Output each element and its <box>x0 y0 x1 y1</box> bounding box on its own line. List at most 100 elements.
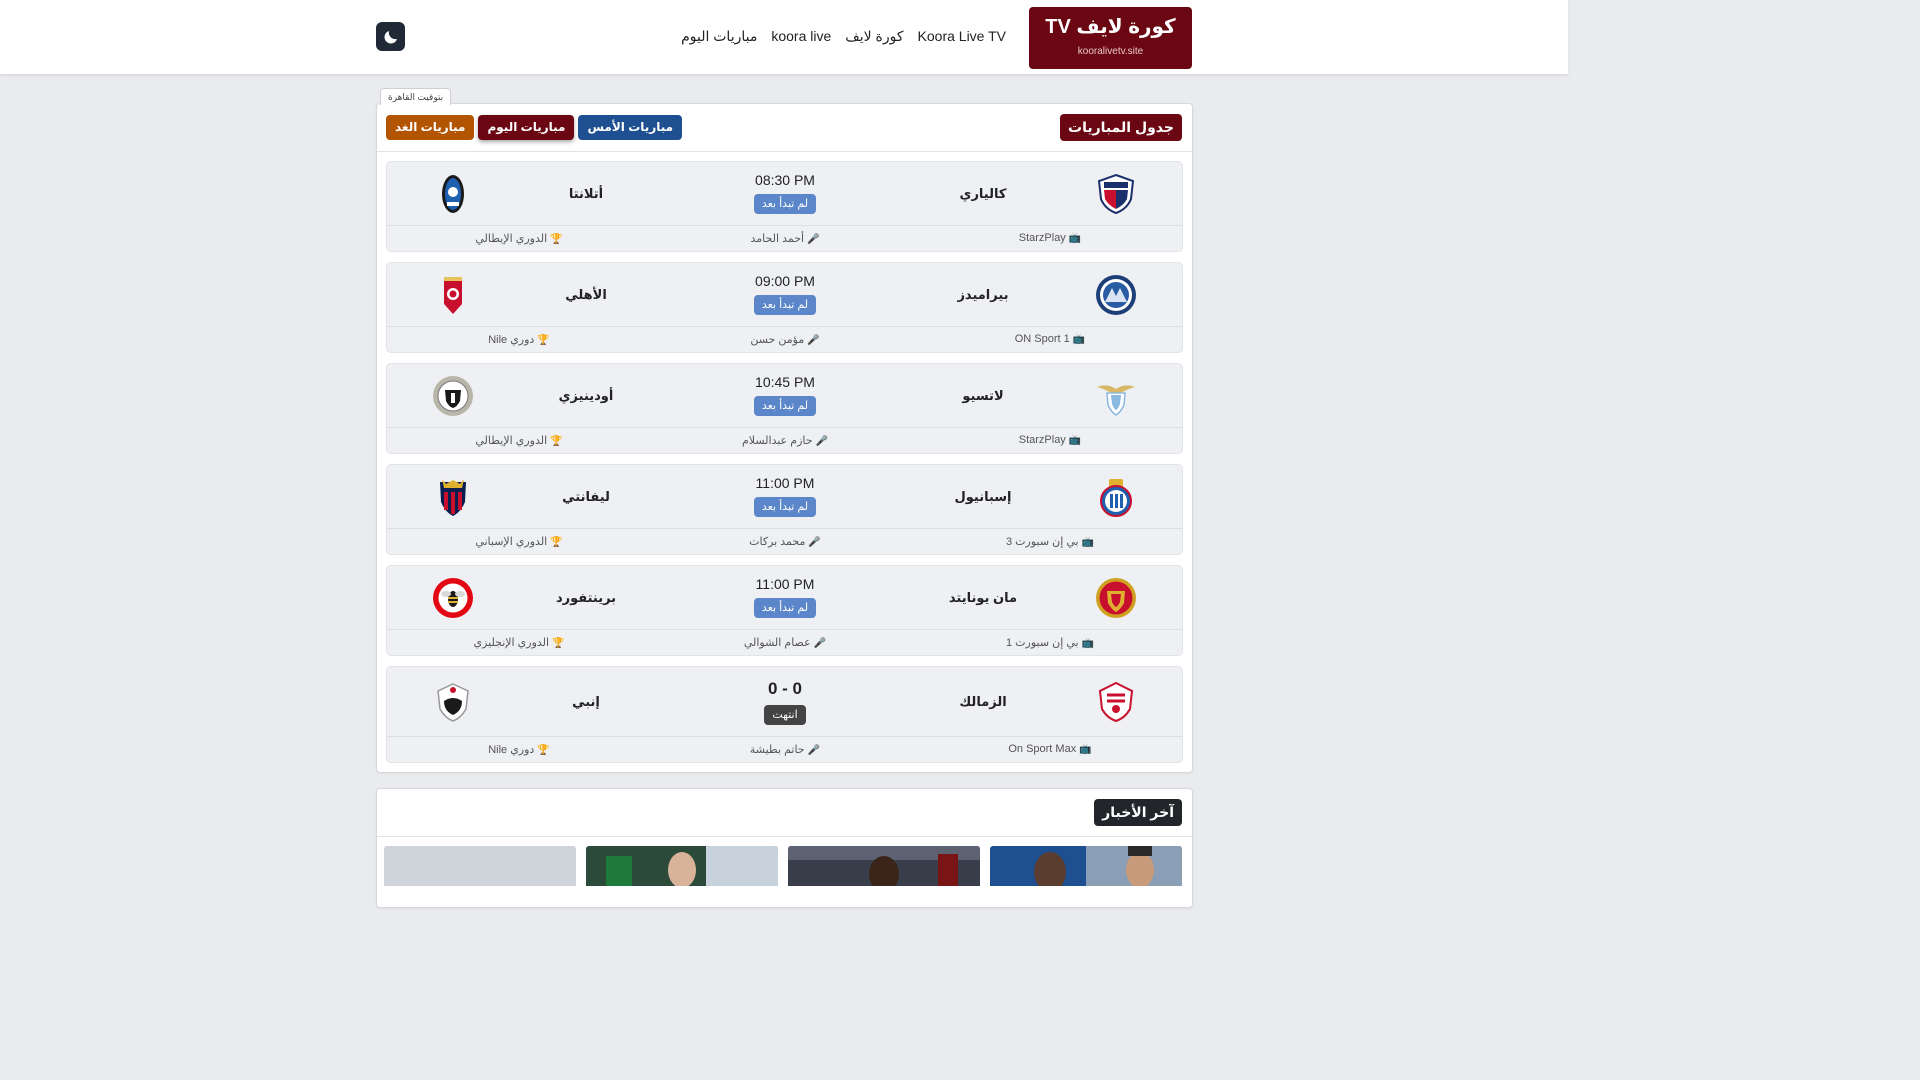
brentford-logo <box>433 578 473 618</box>
microphone-icon: 🎤 <box>807 335 820 346</box>
match-row[interactable]: مان يونايتد 11:00 PM لم تبدأ بعد برينتفو… <box>386 565 1183 656</box>
nav-link-koora-live-tv[interactable]: Koora Live TV <box>918 28 1006 45</box>
news-title: آخر الأخبار <box>1094 799 1182 826</box>
news-image <box>586 846 778 886</box>
trophy-icon: 🏆 <box>537 745 550 756</box>
match-center: 10:45 PM لم تبدأ بعد <box>725 374 845 416</box>
tv-icon: 📺 <box>1072 334 1086 345</box>
match-league: 🏆الدوري الإيطالي <box>475 233 563 245</box>
matches-card-header: جدول المباريات مباريات الغد مباريات اليو… <box>377 104 1192 152</box>
news-thumbnail[interactable] <box>384 846 576 886</box>
news-card: آخر الأخبار <box>376 788 1193 908</box>
away-team: ليفانتي <box>562 489 610 504</box>
day-tabs: مباريات الغد مباريات اليوم مباريات الأمس <box>386 115 683 140</box>
logo-domain: kooralivetv.site <box>1077 46 1144 57</box>
match-row[interactable]: كالياري 08:30 PM لم تبدأ بعد أتلانتا 📺St… <box>386 161 1183 252</box>
tv-icon: 📺 <box>1068 233 1082 244</box>
match-commentator: 🎤محمد بركات <box>749 536 821 548</box>
microphone-icon: 🎤 <box>807 745 821 756</box>
lazio-logo <box>1097 385 1135 416</box>
kickoff-time: 11:00 PM <box>755 475 815 491</box>
enppi-logo <box>437 683 469 722</box>
site-header: كورة لايف TV kooralivetv.site Koora Live… <box>0 0 1568 75</box>
kickoff-time: 09:00 PM <box>755 273 815 289</box>
logo-title: كورة لايف TV <box>1045 16 1176 38</box>
trophy-icon: 🏆 <box>552 638 565 649</box>
match-row[interactable]: بيراميدز 09:00 PM لم تبدأ بعد الأهلي 📺ON… <box>386 262 1183 353</box>
match-score: 0 - 0 <box>767 679 803 698</box>
news-header: آخر الأخبار <box>377 789 1192 837</box>
match-center: 11:00 PM لم تبدأ بعد <box>725 475 845 517</box>
match-commentator: 🎤عصام الشوالي <box>743 637 827 649</box>
tab-today[interactable]: مباريات اليوم <box>478 115 575 140</box>
udinese-logo <box>433 376 473 416</box>
match-league: 🏆الدوري الإنجليزي <box>473 637 565 649</box>
match-channel: 📺StarzPlay <box>1018 232 1082 244</box>
home-team: بيراميدز <box>957 287 1009 302</box>
tab-tomorrow[interactable]: مباريات الغد <box>386 115 475 140</box>
matches-title: جدول المباريات <box>1060 114 1182 141</box>
news-thumbnail[interactable] <box>586 846 778 886</box>
tv-icon: 📺 <box>1068 435 1082 446</box>
match-channel: 📺ON Sport 1 <box>1014 333 1086 345</box>
match-channel: 📺بي إن سبورت 1 <box>1006 637 1094 649</box>
site-logo[interactable]: كورة لايف TV kooralivetv.site <box>1029 7 1192 69</box>
trophy-icon: 🏆 <box>550 234 563 245</box>
timezone-tab[interactable]: بتوقيت القاهرة <box>380 88 452 105</box>
trophy-icon: 🏆 <box>550 537 563 548</box>
status-badge: لم تبدأ بعد <box>753 396 817 416</box>
match-channel: 📺StarzPlay <box>1018 434 1082 446</box>
trophy-icon: 🏆 <box>550 436 563 447</box>
microphone-icon: 🎤 <box>815 436 829 447</box>
news-thumbnail[interactable] <box>990 846 1182 886</box>
match-center: 09:00 PM لم تبدأ بعد <box>725 273 845 315</box>
match-row[interactable]: إسبانيول 11:00 PM لم تبدأ بعد ليفانتي 📺ب… <box>386 464 1183 555</box>
news-thumbnail[interactable] <box>788 846 980 886</box>
al-ahly-logo <box>444 277 462 314</box>
away-team: أتلانتا <box>568 186 604 201</box>
status-badge: لم تبدأ بعد <box>753 295 817 315</box>
away-team: الأهلي <box>565 287 607 302</box>
match-row[interactable]: لاتسيو 10:45 PM لم تبدأ بعد أودينيزي 📺St… <box>386 363 1183 454</box>
news-image <box>990 846 1182 886</box>
match-center: 0 - 0 انتهت <box>725 679 845 725</box>
levante-logo <box>440 479 466 516</box>
home-team: لاتسيو <box>962 388 1004 403</box>
man-united-logo <box>1096 578 1136 618</box>
kickoff-time: 10:45 PM <box>755 374 815 390</box>
nav-link-today-matches[interactable]: مباريات اليوم <box>681 28 757 45</box>
match-league: 🏆دوري Nile <box>488 334 550 346</box>
tv-icon: 📺 <box>1081 537 1094 548</box>
microphone-icon: 🎤 <box>807 234 820 245</box>
match-league: 🏆الدوري الإيطالي <box>475 435 563 447</box>
away-team: أودينيزي <box>558 388 614 403</box>
status-badge: انتهت <box>764 705 806 725</box>
home-team: مان يونايتد <box>948 590 1018 605</box>
match-commentator: 🎤مؤمن حسن <box>750 334 820 346</box>
away-team: إنبي <box>572 694 600 709</box>
nav-link-koora-live-ar[interactable]: كورة لايف <box>845 28 903 45</box>
nav-link-koora-live[interactable]: koora live <box>771 28 831 45</box>
pyramids-logo <box>1096 275 1136 315</box>
tv-icon: 📺 <box>1079 744 1092 755</box>
trophy-icon: 🏆 <box>537 335 550 346</box>
match-row[interactable]: الزمالك 0 - 0 انتهت إنبي 📺On Sport Max 🎤… <box>386 666 1183 763</box>
status-badge: لم تبدأ بعد <box>753 194 817 214</box>
match-league: 🏆الدوري الإسباني <box>475 536 563 548</box>
dark-mode-toggle[interactable] <box>376 22 405 51</box>
tab-yesterday[interactable]: مباريات الأمس <box>578 115 683 140</box>
moon-icon <box>383 30 397 44</box>
matches-card: جدول المباريات مباريات الغد مباريات اليو… <box>376 103 1193 773</box>
home-team: إسبانيول <box>954 489 1012 504</box>
espanyol-logo <box>1100 479 1132 517</box>
home-team: الزمالك <box>959 694 1007 709</box>
match-center: 11:00 PM لم تبدأ بعد <box>725 576 845 618</box>
main-nav: Koora Live TV كورة لايف koora live مباري… <box>681 28 1006 45</box>
status-badge: لم تبدأ بعد <box>753 497 817 517</box>
kickoff-time: 11:00 PM <box>755 576 815 592</box>
cagliari-logo <box>1097 173 1135 215</box>
microphone-icon: 🎤 <box>813 638 827 649</box>
match-commentator: 🎤حازم عبدالسلام <box>741 435 829 447</box>
news-image <box>788 846 980 886</box>
microphone-icon: 🎤 <box>808 537 821 548</box>
